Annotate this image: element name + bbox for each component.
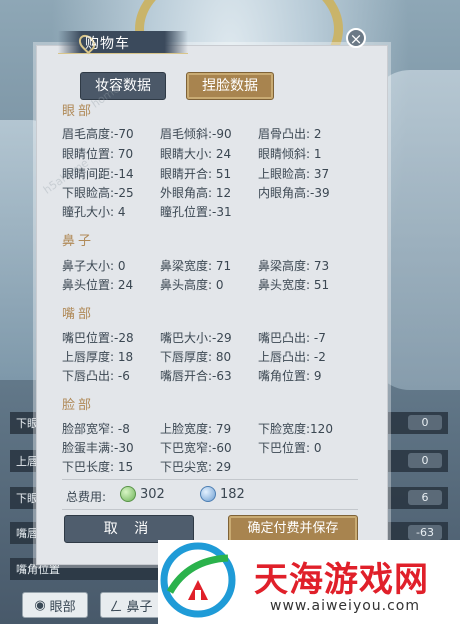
bottom-tab-nose[interactable]: ㄥ 鼻子 [100, 592, 162, 618]
data-cell: 嘴角位置: 9 [258, 369, 322, 383]
bottom-tab-label: 鼻子 [126, 599, 153, 615]
data-cell: 眼睛位置: 70 [62, 147, 134, 161]
button-divider [62, 509, 358, 510]
section-title-nose: 鼻子 [62, 234, 95, 249]
data-cell: 眼睛间距:-14 [62, 167, 134, 181]
bg-slider-value[interactable]: 6 [408, 490, 442, 505]
data-cell: 眉骨凸出: 2 [258, 127, 322, 141]
dialog-title: 购物车 [85, 36, 130, 52]
data-cell: 鼻头高度: 0 [160, 278, 224, 292]
data-cell: 嘴巴大小:-29 [160, 331, 232, 345]
data-cell: 下巴宽窄:-60 [160, 441, 232, 455]
section-title-face: 脸部 [62, 398, 95, 413]
data-cell: 下巴位置: 0 [258, 441, 322, 455]
data-row: 脸部宽窄: -8 上脸宽度: 79 下脸宽度:120 [62, 420, 362, 438]
site-watermark-logo: 天海游戏网 www.aiweiyou.com [158, 540, 460, 624]
blue-currency-cost: 182 [200, 486, 245, 502]
data-row: 上唇厚度: 18 下唇厚度: 80 上唇凸出: -2 [62, 348, 362, 366]
data-cell: 眼睛开合: 51 [160, 167, 232, 181]
data-row: 下巴长度: 15 下巴尖宽: 29 [62, 458, 362, 476]
data-cell: 下唇厚度: 80 [160, 350, 232, 364]
data-row: 眉毛高度:-70 眉毛倾斜:-90 眉骨凸出: 2 [62, 125, 362, 143]
data-row: 鼻子大小: 0 鼻梁宽度: 71 鼻梁高度: 73 [62, 257, 362, 275]
data-row: 下唇凸出: -6 嘴唇开合:-63 嘴角位置: 9 [62, 367, 362, 385]
section-title-eyes: 眼部 [62, 104, 95, 119]
bg-slider-value[interactable]: -63 [408, 525, 442, 540]
data-cell: 眼睛大小: 24 [160, 147, 232, 161]
bottom-tab-label: 眼部 [49, 599, 76, 615]
data-cell: 内眼角高:-39 [258, 186, 330, 200]
data-row: 眼睛位置: 70 眼睛大小: 24 眼睛倾斜: 1 [62, 145, 362, 163]
data-cell: 上唇厚度: 18 [62, 350, 134, 364]
cancel-button[interactable]: 取 消 [64, 515, 194, 543]
bottom-tab-eyes[interactable]: ◉ 眼部 [22, 592, 88, 618]
data-cell: 鼻梁宽度: 71 [160, 259, 232, 273]
bg-slider-value[interactable]: 0 [408, 453, 442, 468]
data-row: 鼻头位置: 24 鼻头高度: 0 鼻头宽度: 51 [62, 276, 362, 294]
data-cell: 眉毛倾斜:-90 [160, 127, 232, 141]
bg-slider-value[interactable]: 0 [408, 415, 442, 430]
data-cell: 脸蛋丰满:-30 [62, 441, 134, 455]
data-row: 嘴巴位置:-28 嘴巴大小:-29 嘴巴凸出: -7 [62, 329, 362, 347]
cost-divider [62, 479, 358, 480]
blue-currency-amount: 182 [220, 486, 245, 502]
data-cell: 嘴唇开合:-63 [160, 369, 232, 383]
data-cell: 下巴尖宽: 29 [160, 460, 232, 474]
data-row: 下眼睑高:-25 外眼角高: 12 内眼角高:-39 [62, 184, 362, 202]
data-cell: 眼睛倾斜: 1 [258, 147, 322, 161]
eye-icon: ◉ [34, 597, 46, 613]
data-row: 脸蛋丰满:-30 下巴宽窄:-60 下巴位置: 0 [62, 439, 362, 457]
data-cell: 嘴巴凸出: -7 [258, 331, 326, 345]
data-cell: 脸部宽窄: -8 [62, 422, 130, 436]
data-row: 瞳孔大小: 4 瞳孔位置:-31 [62, 203, 362, 221]
bg-slider-label: 嘴唇 [16, 527, 38, 540]
green-currency-amount: 302 [140, 486, 165, 502]
data-cell: 瞳孔位置:-31 [160, 205, 232, 219]
nose-icon: ㄥ [109, 599, 123, 615]
site-logo-icon [160, 542, 236, 618]
site-brand-name: 天海游戏网 [254, 560, 429, 600]
data-cell: 外眼角高: 12 [160, 186, 232, 200]
data-cell: 鼻子大小: 0 [62, 259, 126, 273]
data-cell: 嘴巴位置:-28 [62, 331, 134, 345]
total-cost-label: 总费用: [66, 490, 107, 504]
site-url: www.aiweiyou.com [270, 598, 421, 614]
data-cell: 下脸宽度:120 [258, 422, 333, 436]
data-cell: 瞳孔大小: 4 [62, 205, 126, 219]
data-row: 眼睛间距:-14 眼睛开合: 51 上眼睑高: 37 [62, 165, 362, 183]
data-cell: 上脸宽度: 79 [160, 422, 232, 436]
section-title-mouth: 嘴部 [62, 307, 95, 322]
data-cell: 上唇凸出: -2 [258, 350, 326, 364]
data-cell: 眉毛高度:-70 [62, 127, 134, 141]
data-cell: 鼻头宽度: 51 [258, 278, 330, 292]
tab-face-data[interactable]: 捏脸数据 [186, 72, 274, 100]
bg-slider-label: 下眼 [16, 492, 38, 505]
jade-currency-icon [120, 486, 136, 502]
data-cell: 下眼睑高:-25 [62, 186, 134, 200]
data-cell: 上眼睑高: 37 [258, 167, 330, 181]
bg-slider-label: 下眼 [16, 417, 38, 430]
data-cell: 下唇凸出: -6 [62, 369, 130, 383]
data-cell: 鼻头位置: 24 [62, 278, 134, 292]
close-button[interactable]: × [346, 28, 366, 48]
confirm-pay-save-button[interactable]: 确定付费并保存 [228, 515, 358, 543]
green-currency-cost: 302 [120, 486, 165, 502]
data-cell: 下巴长度: 15 [62, 460, 134, 474]
data-cell: 鼻梁高度: 73 [258, 259, 330, 273]
silver-currency-icon [200, 486, 216, 502]
bg-slider-label: 上唇 [16, 455, 38, 468]
